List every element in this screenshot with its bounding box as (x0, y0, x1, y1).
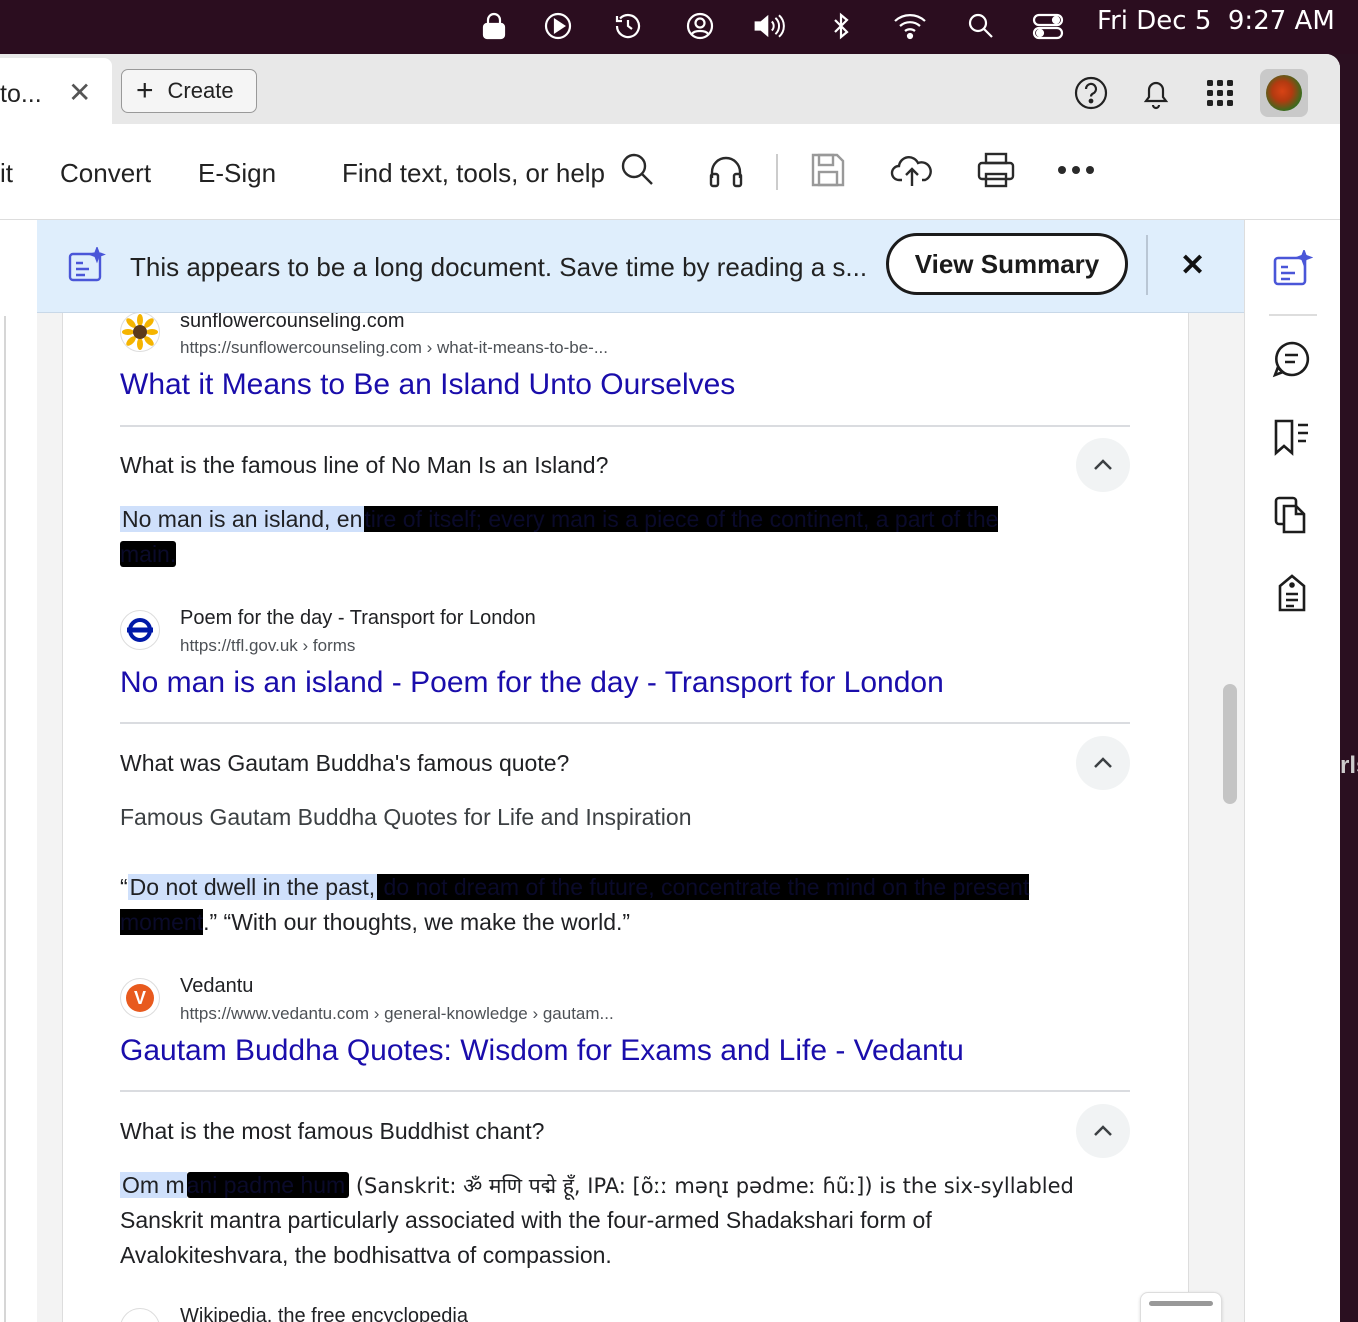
answer-tail: .” “With our thoughts, we make the world… (203, 909, 631, 935)
document-viewport[interactable]: sunflowercounseling.com https://sunflowe… (37, 310, 1244, 1322)
menubar-date: Fri Dec 5 (1097, 6, 1212, 36)
highlighted-text: Do not dwell in the past, (127, 874, 378, 900)
create-button[interactable]: + Create (121, 69, 257, 113)
divider (120, 722, 1130, 724)
help-icon[interactable] (1072, 74, 1110, 112)
pdf-page: sunflowercounseling.com https://sunflowe… (62, 310, 1189, 1322)
result-site-name[interactable]: Vedantu (180, 975, 253, 998)
wifi-icon[interactable] (892, 8, 928, 44)
acrobat-window: to... ✕ + Create it Convert E-Sign Find … (0, 54, 1340, 1322)
right-tools-rail (1244, 220, 1340, 1322)
faq-question[interactable]: What is the most famous Buddhist chant? (120, 1118, 544, 1145)
ai-summary-icon (67, 245, 107, 288)
redacted-text: do not dream of the future, concentrate … (377, 874, 1030, 900)
result-title-link[interactable]: No man is an island - Poem for the day -… (120, 666, 944, 700)
control-center-icon[interactable] (1030, 8, 1066, 44)
tab-bar: to... ✕ + Create (0, 54, 1340, 124)
result-title-link[interactable]: What it Means to Be an Island Unto Ourse… (120, 368, 735, 402)
faq-question[interactable]: What is the famous line of No Man Is an … (120, 452, 608, 479)
spotlight-search-icon[interactable] (963, 8, 999, 44)
faq-answer: Om mani padme hum (Sanskrit: ॐ मणि पद्मे… (120, 1168, 1074, 1204)
document-tag-icon[interactable] (1271, 572, 1313, 614)
bluetooth-icon[interactable] (823, 8, 859, 44)
faq-answer-line2: Sanskrit mantra particularly associated … (120, 1207, 932, 1233)
result-title-link[interactable]: Gautam Buddha Quotes: Wisdom for Exams a… (120, 1034, 964, 1068)
ai-assistant-icon[interactable] (1271, 250, 1313, 290)
avatar-image (1266, 75, 1302, 111)
faq-answer: “Do not dwell in the past, do not dream … (120, 870, 1030, 905)
faq-question[interactable]: What was Gautam Buddha's famous quote? (120, 750, 569, 777)
document-tab[interactable]: to... ✕ (0, 58, 112, 124)
wikipedia-favicon (120, 1308, 160, 1322)
bottom-drawer-handle[interactable] (1140, 1292, 1222, 1322)
redacted-text: ani padme hum (186, 1172, 350, 1198)
comment-icon[interactable] (1271, 338, 1313, 380)
view-summary-button[interactable]: View Summary (886, 233, 1128, 295)
redacted-text: tire of itself; every man is a piece of … (364, 506, 999, 532)
divider (120, 425, 1130, 427)
cloud-upload-icon[interactable] (890, 150, 934, 190)
print-icon[interactable] (975, 150, 1017, 190)
more-options-icon[interactable] (1056, 150, 1096, 190)
play-icon[interactable] (540, 8, 576, 44)
main-toolbar: it Convert E-Sign Find text, tools, or h… (0, 124, 1340, 220)
result-url[interactable]: https://sunflowercounseling.com › what-i… (180, 338, 608, 358)
save-icon[interactable] (808, 150, 848, 190)
chevron-up-icon[interactable] (1076, 438, 1130, 492)
tab-title: to... (0, 80, 42, 108)
vedantu-favicon: V (120, 978, 160, 1018)
lock-icon[interactable] (476, 8, 512, 44)
macos-menubar: Fri Dec 5 9:27 AM (0, 0, 1358, 54)
edit-menu[interactable]: it (0, 158, 13, 189)
highlighted-text: Om m (120, 1172, 187, 1198)
bookmark-icon[interactable] (1271, 416, 1313, 458)
read-aloud-headphones-icon[interactable] (706, 150, 746, 190)
result-site-name[interactable]: sunflowercounseling.com (180, 310, 405, 333)
redacted-text: moment (120, 909, 204, 935)
banner-message: This appears to be a long document. Save… (130, 252, 868, 282)
user-avatar[interactable] (1260, 69, 1308, 117)
summary-banner: This appears to be a long document. Save… (37, 220, 1244, 313)
menubar-time: 9:27 AM (1227, 6, 1335, 36)
faq-answer-line2: main. (120, 537, 177, 572)
result-url[interactable]: https://www.vedantu.com › general-knowle… (180, 1004, 614, 1024)
vertical-scrollbar[interactable] (1223, 684, 1237, 804)
time-machine-icon[interactable] (610, 8, 646, 44)
tab-close-icon[interactable]: ✕ (68, 76, 91, 109)
faq-answer: No man is an island, entire of itself; e… (120, 502, 999, 537)
tfl-roundel-favicon (120, 610, 160, 650)
divider (120, 1090, 1130, 1092)
quote-mark: “ (120, 874, 128, 900)
find-text-tools-help[interactable]: Find text, tools, or help (342, 158, 605, 189)
user-account-icon[interactable] (682, 8, 718, 44)
background-window-edge-text: rls (1340, 752, 1358, 779)
chevron-up-icon[interactable] (1076, 1104, 1130, 1158)
left-panel-border (4, 316, 6, 1322)
copy-pages-icon[interactable] (1271, 494, 1313, 536)
close-icon[interactable]: ✕ (1180, 248, 1205, 283)
chevron-up-icon[interactable] (1076, 736, 1130, 790)
faq-answer-line2: moment.” “With our thoughts, we make the… (120, 905, 630, 940)
sunflower-favicon (120, 312, 160, 352)
banner-separator (1146, 235, 1148, 295)
menubar-clock[interactable]: Fri Dec 5 9:27 AM (1097, 6, 1335, 36)
faq-answer-line3: Avalokiteshvara, the bodhisattva of comp… (120, 1242, 612, 1268)
result-url[interactable]: https://tfl.gov.uk › forms (180, 636, 355, 656)
search-icon[interactable] (618, 150, 656, 188)
faq-answer-heading: Famous Gautam Buddha Quotes for Life and… (120, 804, 692, 830)
apps-grid-icon[interactable] (1201, 74, 1239, 112)
answer-text: (Sanskrit: ॐ मणि पद्मे हूँ, IPA: [õːː mə… (349, 1174, 1074, 1198)
esign-menu[interactable]: E-Sign (198, 158, 276, 189)
result-site-name[interactable]: Poem for the day - Transport for London (180, 607, 536, 630)
convert-menu[interactable]: Convert (60, 158, 151, 189)
volume-icon[interactable] (752, 8, 788, 44)
plus-icon: + (136, 74, 154, 107)
highlighted-text: No man is an island, en (120, 506, 365, 532)
toolbar-separator (776, 154, 778, 190)
redacted-text: main. (120, 541, 177, 567)
create-label: Create (167, 78, 234, 103)
result-site-name[interactable]: Wikipedia, the free encyclopedia (180, 1305, 468, 1322)
rail-separator (1269, 314, 1317, 316)
notifications-bell-icon[interactable] (1137, 74, 1175, 112)
